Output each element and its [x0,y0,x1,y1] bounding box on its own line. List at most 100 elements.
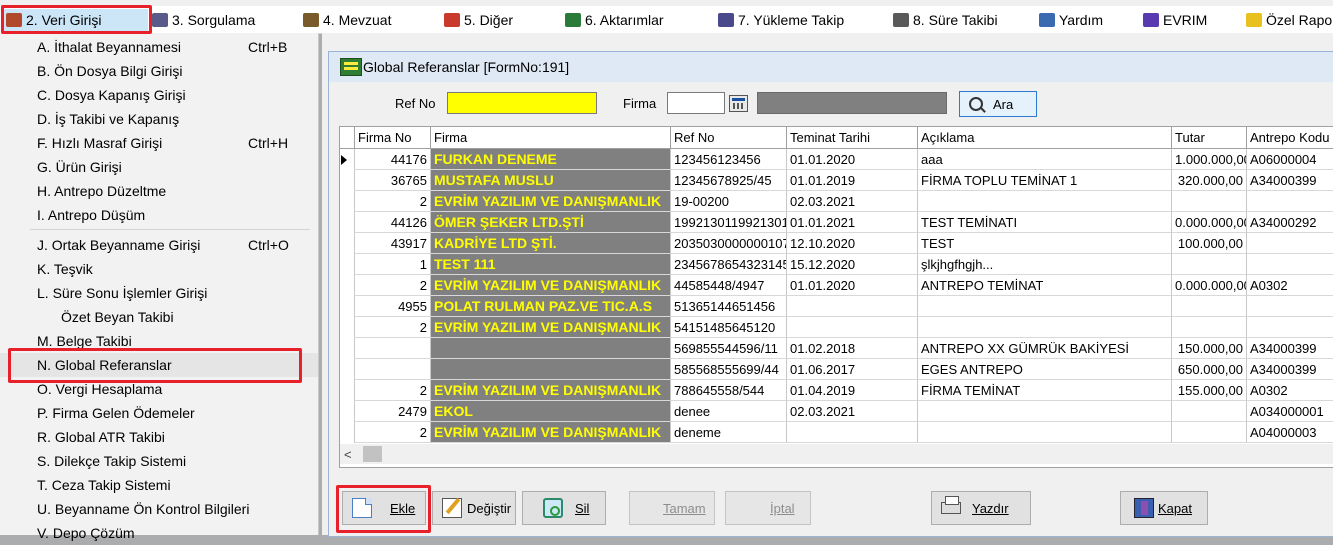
dropdown-item[interactable]: H. Antrepo Düzeltme [0,179,318,203]
dropdown-item-label: M. Belge Takibi [37,333,132,349]
yazdir-button[interactable]: Yazdır [931,491,1031,525]
dropdown-item[interactable]: S. Dilekçe Takip Sistemi [0,449,318,473]
dropdown-item[interactable]: V. Depo Çözüm [0,521,318,545]
menu-item-8[interactable]: Yardım [1039,9,1103,31]
dropdown-item[interactable]: N. Global Referanslar [0,353,318,377]
table-cell [354,338,430,359]
dropdown-item[interactable]: M. Belge Takibi [0,329,318,353]
star-icon [1246,13,1262,27]
dropdown-item[interactable]: O. Vergi Hesaplama [0,377,318,401]
dropdown-item[interactable]: P. Firma Gelen Ödemeler [0,401,318,425]
search-button[interactable]: Ara [959,91,1037,117]
column-header[interactable]: Teminat Tarihi [786,127,917,148]
dropdown-item[interactable]: I. Antrepo Düşüm [0,203,318,227]
sil-button[interactable]: Sil [522,491,606,525]
menu-item-5[interactable]: 6. Aktarımlar [565,9,664,31]
scroll-left-icon[interactable]: < [344,447,352,462]
menu-item-4[interactable]: 5. Diğer [444,9,513,31]
column-header[interactable]: Firma [430,127,670,148]
dropdown-item[interactable]: K. Teşvik [0,257,318,281]
table-row[interactable]: 569855544596/11 01.02.2018 ANTREPO XX GÜMR… [340,338,1333,359]
menu-item-2[interactable]: 3. Sorgulama [152,9,255,31]
table-cell: 15.12.2020 [786,254,917,275]
table-row[interactable]: 585568555699/44 01.06.2017 EGES ANTREPO 650… [340,359,1333,380]
dropdown-item[interactable]: G. Ürün Girişi [0,155,318,179]
table-row[interactable]: 44126 ÖMER ŞEKER LTD.ŞTİ 19921301199213015… [340,212,1333,233]
column-header[interactable]: Açıklama [917,127,1171,148]
table-cell: FİRMA TEMİNAT [917,380,1171,401]
table-cell [917,422,1171,443]
table-cell [1171,191,1246,212]
table-cell: 123456123456 [670,149,786,170]
iptal-button-label: İptal [770,501,795,516]
table-row[interactable]: 2479 EKOL denee 02.03.2021 A034000001 [340,401,1333,422]
table-cell: 01.01.2020 [786,275,917,296]
dropdown-item[interactable]: F. Hızlı Masraf Girişi Ctrl+H [0,131,318,155]
dropdown-item-label: C. Dosya Kapanış Girişi [37,87,186,103]
dropdown-item[interactable]: Özet Beyan Takibi [0,305,318,329]
table-row[interactable]: 2 EVRİM YAZILIM VE DANIŞMANLIK 44585448/49… [340,275,1333,296]
table-cell: POLAT RULMAN PAZ.VE TIC.A.S [430,296,670,317]
column-header[interactable]: Firma No [354,127,430,148]
table-cell [786,422,917,443]
table-row[interactable]: 2 EVRİM YAZILIM VE DANIŞMANLIK 54151485645… [340,317,1333,338]
table-row[interactable]: 2 EVRİM YAZILIM VE DANIŞMANLIK 788645558/5… [340,380,1333,401]
degistir-button[interactable]: Değiştir [432,491,516,525]
table-cell: 2 [354,317,430,338]
dropdown-item[interactable]: J. Ortak Beyanname Girişi Ctrl+O [0,233,318,257]
table-row[interactable]: 2 EVRİM YAZILIM VE DANIŞMANLIK deneme A0400… [340,422,1333,443]
table-cell: 569855544596/11 [670,338,786,359]
referans-grid[interactable]: Firma No Firma Ref No Teminat Tarihi Açıklam… [339,126,1333,468]
column-header[interactable]: Tutar [1171,127,1246,148]
table-cell: 1 [354,254,430,275]
exit-door-icon [1134,498,1154,518]
dropdown-item-label: A. İthalat Beyannamesi [37,39,181,55]
kapat-button[interactable]: Kapat [1120,491,1208,525]
new-document-icon [352,498,372,518]
firma-input[interactable] [667,92,725,114]
menu-item-6[interactable]: 7. Yükleme Takip [718,9,844,31]
table-cell [1246,317,1333,338]
dropdown-item[interactable]: D. İş Takibi ve Kapanış [0,107,318,131]
dropdown-item[interactable]: C. Dosya Kapanış Girişi [0,83,318,107]
table-cell: denee [670,401,786,422]
column-header[interactable]: Ref No [670,127,786,148]
menu-item-7[interactable]: 8. Süre Takibi [893,9,998,31]
firma-label: Firma [623,96,657,111]
menu-item-9[interactable]: EVRIM [1143,9,1207,31]
table-cell: 44585448/4947 [670,275,786,296]
table-cell: 650.000,00 [1171,359,1246,380]
menu-item-3[interactable]: 4. Mevzuat [303,9,391,31]
table-row[interactable]: 43917 KADRİYE LTD ŞTİ. 2035030000000107 12.… [340,233,1333,254]
dropdown-item[interactable]: T. Ceza Takip Sistemi [0,473,318,497]
scrollbar-thumb[interactable] [363,446,382,462]
dropdown-item[interactable]: A. İthalat Beyannamesi Ctrl+B [0,35,318,59]
dropdown-item-shortcut: Ctrl+O [248,237,289,253]
table-cell: ÖMER ŞEKER LTD.ŞTİ [430,212,670,233]
horizontal-scrollbar[interactable]: < [340,444,1333,464]
menu-item-10[interactable]: Özel Rapo [1246,9,1332,31]
table-row[interactable]: 4955 POLAT RULMAN PAZ.VE TIC.A.S 513651446… [340,296,1333,317]
table-row[interactable]: 36765 MUSTAFA MUSLU 12345678925/45 01.01.20… [340,170,1333,191]
sil-button-label: Sil [575,501,590,516]
firma-name-field [757,92,947,114]
iptal-button[interactable]: İptal [725,491,811,525]
table-cell: 2 [354,380,430,401]
timer-icon [893,13,909,27]
column-header[interactable]: Antrepo Kodu [1246,127,1333,148]
firma-lookup-icon[interactable] [729,95,748,112]
table-row[interactable]: 44176 FURKAN DENEME 123456123456 01.01.2020… [340,149,1333,170]
dropdown-item-label: V. Depo Çözüm [37,525,135,541]
table-row[interactable]: 2 EVRİM YAZILIM VE DANIŞMANLIK 19-00200 02.… [340,191,1333,212]
table-row[interactable]: 1 TEST 111 23456786543231456 15.12.2020 şlkj… [340,254,1333,275]
ekle-button[interactable]: Ekle [342,491,426,525]
form-titlebar[interactable]: Global Referanslar [FormNo:191] [329,52,1333,82]
refno-input[interactable] [447,92,597,114]
dropdown-item[interactable]: L. Süre Sonu İşlemler Girişi [0,281,318,305]
dropdown-item[interactable]: U. Beyanname Ön Kontrol Bilgileri [0,497,318,521]
dropdown-item[interactable]: R. Global ATR Takibi [0,425,318,449]
table-cell [1171,401,1246,422]
menu-item-1[interactable]: 2. Veri Girişi [2,9,148,31]
tamam-button[interactable]: Tamam [629,491,715,525]
dropdown-item[interactable]: B. Ön Dosya Bilgi Girişi [0,59,318,83]
